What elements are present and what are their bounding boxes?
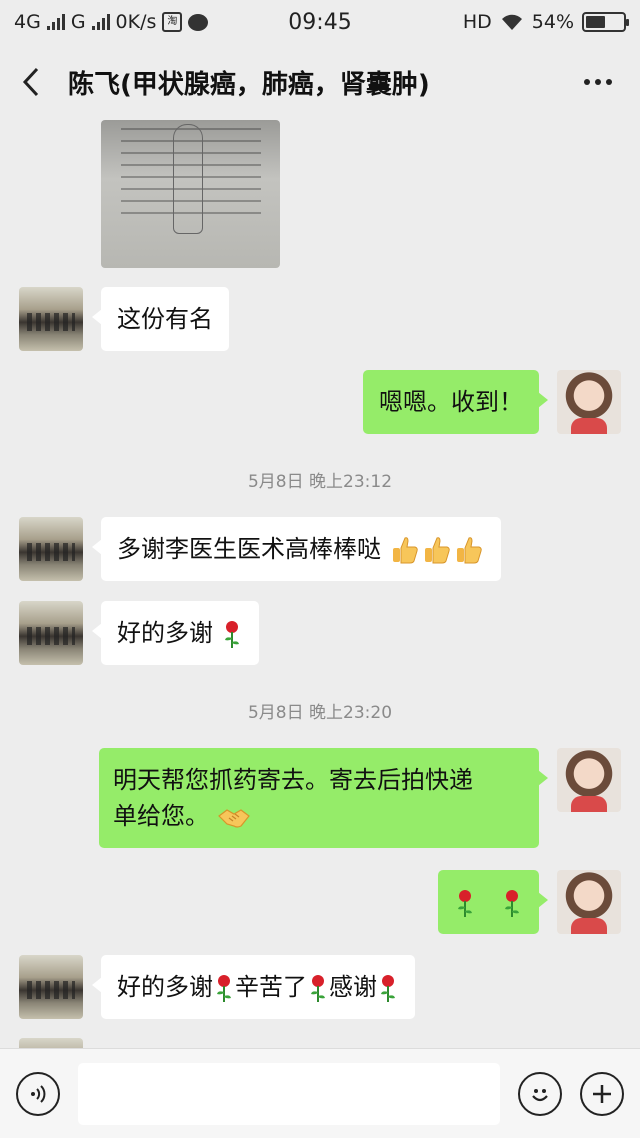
message-text-part: 感谢 (329, 973, 377, 1001)
message-text: 好的多谢 (117, 619, 213, 647)
battery-fill (586, 16, 606, 28)
thumbs-up-icon (456, 537, 482, 564)
plus-icon (593, 1084, 611, 1103)
message-text-part: 辛苦了 (235, 973, 307, 1001)
message-text: 多谢李医生医术高棒棒哒 (117, 535, 381, 563)
battery-icon (582, 12, 629, 32)
message-bubble-received[interactable]: 好的多谢 辛苦了 感谢 (92, 955, 415, 1019)
rose-icon (457, 890, 472, 917)
add-button[interactable] (580, 1071, 624, 1116)
my-avatar[interactable] (557, 748, 621, 812)
emoji-button[interactable] (518, 1071, 562, 1116)
thumbs-up-icon (392, 537, 418, 564)
message-text-line1: 明天帮您抓药寄去。寄去后拍快递 (113, 766, 473, 794)
status-time: 09:45 (288, 9, 352, 35)
input-actions (518, 1071, 624, 1116)
chat-area[interactable]: 这份有名 嗯嗯。收到！ 5月8日 晚上23:12 多谢李医生医术高棒棒哒 好的多… (0, 120, 640, 1048)
message-bubble-sent[interactable]: 明天帮您抓药寄去。寄去后拍快递 单给您。 (99, 748, 548, 848)
timestamp: 5月8日 晚上23:20 (247, 703, 393, 723)
message-bubble-sent[interactable]: 嗯嗯。收到！ (363, 370, 548, 434)
chevron-left-icon (22, 67, 39, 97)
message-bubble-received[interactable]: 多谢李医生医术高棒棒哒 (92, 517, 501, 581)
contact-avatar[interactable] (19, 1038, 83, 1048)
contact-avatar[interactable] (19, 955, 83, 1019)
message-bubble-received[interactable]: 好的多谢 (92, 601, 259, 665)
message-text: 嗯嗯。收到！ (379, 388, 523, 416)
rose-icon (311, 975, 325, 1002)
chat-title: 陈飞(甲状腺癌，肺癌，肾囊肿) (68, 69, 430, 100)
status-bar: 4G G 0K/s 淘 09:45 HD 54% (0, 0, 640, 44)
thumbs-up-icon (424, 537, 450, 564)
contact-avatar[interactable] (19, 517, 83, 581)
rose-icon (381, 975, 395, 1002)
message-bubble-sent[interactable] (437, 870, 549, 934)
message-bubble-received[interactable]: 这份有名 (92, 287, 229, 351)
my-avatar[interactable] (557, 870, 621, 934)
message-text-line2: 单给您。 (113, 802, 209, 830)
handshake-icon (217, 809, 250, 828)
message-text-part: 好的多谢 (117, 973, 213, 1001)
rose-icon (224, 621, 239, 648)
rose-icon (505, 890, 519, 917)
body-diagram (173, 124, 203, 234)
message-input[interactable] (78, 1062, 500, 1125)
rose-icon (217, 975, 231, 1002)
more-options-button[interactable] (576, 62, 620, 102)
voice-button[interactable] (16, 1071, 60, 1116)
input-bar (0, 1048, 640, 1138)
chat-header: 陈飞(甲状腺癌，肺癌，肾囊肿) (0, 44, 640, 120)
contact-avatar[interactable] (19, 287, 83, 351)
smiley-icon (532, 1088, 548, 1101)
my-avatar[interactable] (557, 370, 621, 434)
image-message[interactable] (101, 120, 280, 268)
contact-avatar[interactable] (19, 601, 83, 665)
timestamp: 5月8日 晚上23:12 (247, 472, 393, 492)
back-button[interactable] (20, 62, 60, 102)
message-text: 这份有名 (117, 305, 213, 333)
voice-icon (31, 1084, 46, 1103)
